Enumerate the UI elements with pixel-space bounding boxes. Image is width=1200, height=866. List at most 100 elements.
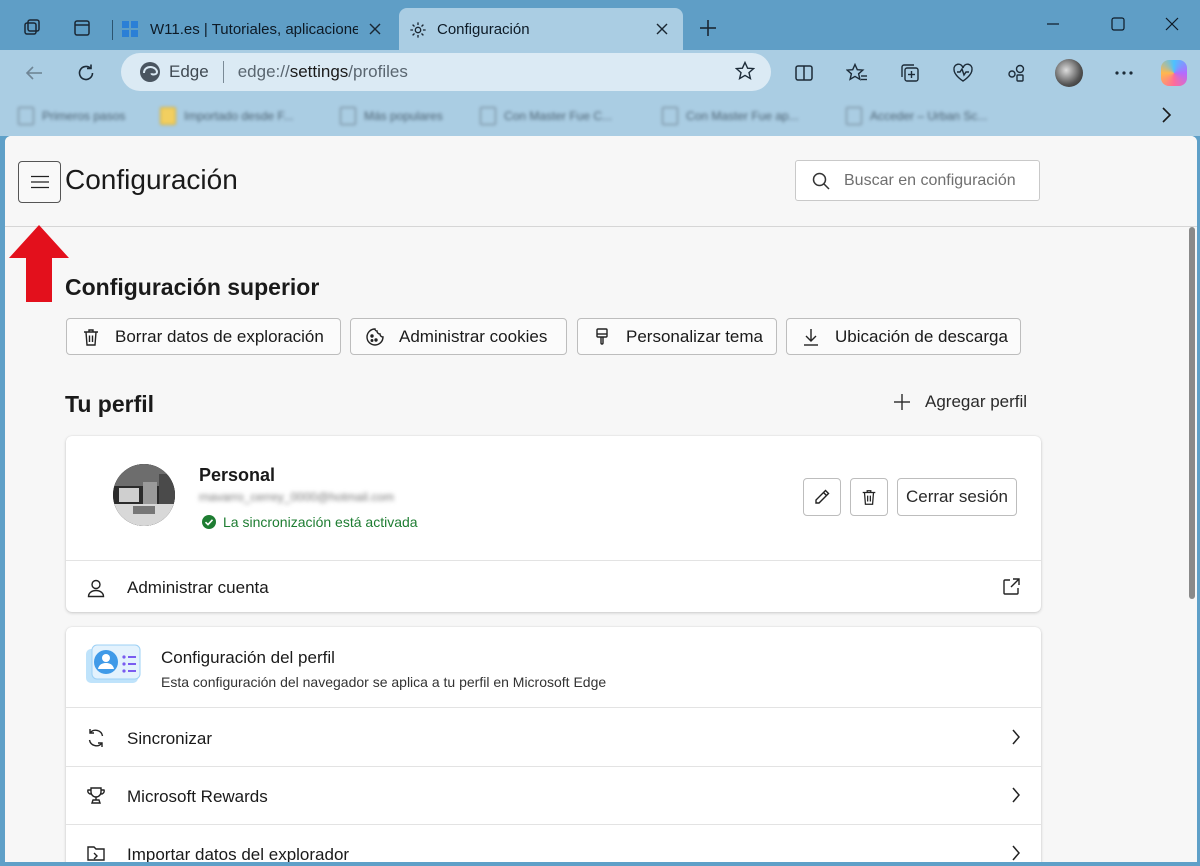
sync-status: La sincronización está activada [202,514,418,530]
favorite-label: Acceder – Urban Sc... [870,109,988,123]
favorites-icon [846,63,868,83]
favorite-label: Primeros pasos [42,109,126,123]
close-icon [656,23,668,35]
sync-status-text: La sincronización está activada [223,514,418,530]
customize-theme-button[interactable]: Personalizar tema [577,318,777,355]
favorite-item[interactable]: Con Master Fue ap... [662,106,799,126]
tab-actions-button[interactable] [64,10,100,46]
sign-out-button[interactable]: Cerrar sesión [897,478,1017,516]
manage-cookies-button[interactable]: Administrar cookies [350,318,567,355]
toolbar: Edge edge://settings/profiles [0,50,1200,96]
close-icon [1165,17,1179,31]
edit-profile-button[interactable] [803,478,841,516]
refresh-button[interactable] [68,55,104,91]
external-link-icon [1001,577,1021,597]
favorite-item[interactable]: Importado desde F... [160,106,293,126]
more-button[interactable] [1106,55,1142,91]
clear-browsing-data-button[interactable]: Borrar datos de exploración [66,318,341,355]
favorite-item[interactable]: Más populares [340,106,443,126]
scrollbar-thumb[interactable] [1189,227,1195,599]
favorite-label: Importado desde F... [184,109,294,123]
collections-button[interactable] [892,55,928,91]
profile-button[interactable] [1051,55,1087,91]
sync-row[interactable]: Sincronizar [66,709,1041,767]
favorite-label: Con Master Fue C... [504,109,613,123]
workspaces-icon [22,18,42,38]
delete-profile-button[interactable] [850,478,888,516]
browser-essentials-button[interactable] [945,55,981,91]
favorite-item[interactable]: Primeros pasos [18,106,125,126]
row-label: Sincronizar [127,729,213,748]
url-suffix: /profiles [348,62,408,81]
tab-w11[interactable]: W11.es | Tutoriales, aplicaciones y [112,8,396,50]
brush-icon [592,327,612,347]
import-data-row[interactable]: Importar datos del explorador [66,825,1041,862]
tab-actions-icon [72,18,92,38]
extensions-icon [1006,63,1026,83]
button-label: Administrar cookies [399,326,548,346]
url-prefix: edge:// [237,62,290,81]
favorite-item[interactable]: Con Master Fue C... [480,106,612,126]
plus-icon [893,393,911,411]
trash-icon [860,488,878,506]
red-arrow-annotation [8,225,70,308]
avatar [1055,59,1083,87]
address-separator [222,61,224,83]
extensions-button[interactable] [998,55,1034,91]
add-profile-button[interactable]: Agregar perfil [893,392,1027,412]
manage-account-label: Administrar cuenta [127,578,269,597]
page-icon [480,107,496,125]
settings-header: Configuración [5,136,1197,227]
button-label: Borrar datos de exploración [115,326,324,346]
download-location-button[interactable]: Ubicación de descarga [786,318,1021,355]
button-label: Ubicación de descarga [835,326,1008,346]
tab-strip: W11.es | Tutoriales, aplicaciones y Conf… [0,0,1200,50]
folder-icon [160,107,176,125]
profile-heading: Tu perfil [65,391,155,417]
tab-configuracion[interactable]: Configuración [399,8,683,50]
plus-icon [699,19,717,37]
manage-account-row[interactable]: Administrar cuenta [66,560,1041,612]
address-bar[interactable]: Edge edge://settings/profiles [121,53,771,91]
microsoft-rewards-row[interactable]: Microsoft Rewards [66,767,1041,825]
page-icon [18,107,34,125]
window-close-button[interactable] [1152,6,1192,42]
maximize-button[interactable] [1098,6,1138,42]
page-title: Configuración [65,164,238,195]
settings-page: Configuración Configuración superior Bor… [5,136,1197,862]
search-input[interactable] [844,171,1034,190]
favorites-button[interactable] [839,55,875,91]
menu-button[interactable] [18,161,61,203]
profile-name: Personal [199,465,276,485]
refresh-icon [76,63,96,83]
chevron-right-icon [1011,786,1021,804]
button-label: Personalizar tema [626,326,764,346]
tab-close-button[interactable] [651,18,673,40]
chevron-right-icon[interactable] [1160,106,1172,124]
copilot-button[interactable] [1156,55,1192,91]
back-button[interactable] [16,55,52,91]
check-circle-icon [202,515,216,529]
favorite-star-icon[interactable] [735,61,755,81]
import-icon [86,843,106,862]
profile-settings-title: Configuración del perfil [161,648,335,667]
minimize-icon [1046,17,1060,31]
workspaces-button[interactable] [14,10,50,46]
hamburger-icon [30,175,50,189]
tab-title: Configuración [437,20,530,38]
favorite-item[interactable]: Acceder – Urban Sc... [846,106,987,126]
split-screen-button[interactable] [786,55,822,91]
minimize-button[interactable] [1033,6,1073,42]
page-icon [340,107,356,125]
scrollbar[interactable] [1187,227,1197,862]
profile-avatar [113,464,175,526]
edge-brand-label: Edge [169,62,209,81]
new-tab-button[interactable] [690,10,726,46]
profile-card: Personal rnavarro_cerrey_0000@hotmail.co… [66,436,1041,612]
add-profile-label: Agregar perfil [925,392,1028,411]
settings-search[interactable] [795,160,1040,201]
download-icon [801,327,821,347]
cookie-icon [365,327,385,347]
tab-close-button[interactable] [364,18,386,40]
arrow-left-icon [24,63,44,83]
